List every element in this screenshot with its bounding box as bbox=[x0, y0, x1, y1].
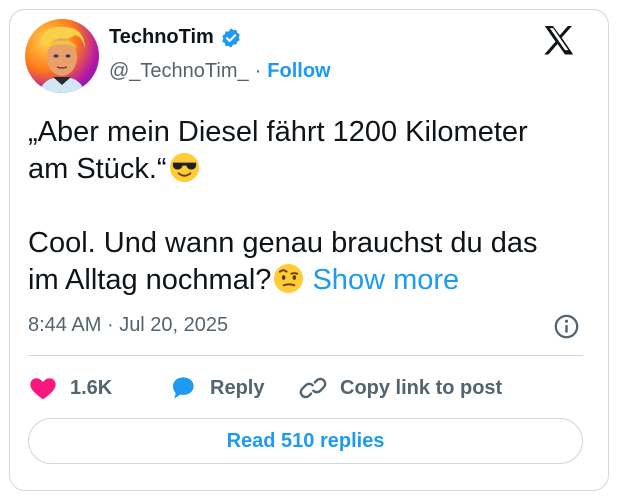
reply-label: Reply bbox=[210, 376, 265, 399]
link-icon bbox=[299, 377, 327, 399]
tweet-line-1: „Aber mein Diesel fährt 1200 Kilometer bbox=[28, 116, 528, 148]
author-name[interactable]: TechnoTim bbox=[109, 26, 214, 49]
show-more-link[interactable]: Show more bbox=[312, 264, 459, 296]
post-time: 8:44 AM bbox=[28, 314, 102, 336]
timestamp[interactable]: 8:44 AM · Jul 20, 2025 bbox=[28, 314, 228, 337]
copy-link-label: Copy link to post bbox=[340, 376, 503, 399]
avatar[interactable] bbox=[25, 19, 99, 93]
tweet-text: „Aber mein Diesel fährt 1200 Kilometer a… bbox=[28, 114, 588, 299]
author-handle-row: @_TechnoTim_ · Follow bbox=[109, 60, 331, 83]
heart-icon bbox=[30, 378, 56, 400]
like-button[interactable]: 1.6K bbox=[28, 373, 168, 403]
post-date: Jul 20, 2025 bbox=[119, 314, 229, 336]
verified-badge-icon bbox=[222, 27, 240, 48]
tweet-line-2: am Stück.“ bbox=[28, 153, 167, 185]
read-replies-label: Read 510 replies bbox=[226, 429, 385, 452]
follow-button[interactable]: Follow bbox=[267, 60, 330, 83]
meta-separator: · bbox=[106, 314, 114, 336]
face-with-raised-eyebrow-emoji bbox=[274, 263, 304, 294]
like-count: 1.6K bbox=[70, 376, 113, 399]
read-replies-button[interactable]: Read 510 replies bbox=[28, 418, 583, 464]
divider bbox=[28, 355, 583, 356]
reply-bubble-icon bbox=[173, 377, 194, 399]
tweet-line-3: Cool. Und wann genau brauchst du das bbox=[28, 227, 538, 259]
action-bar: 1.6K Reply Copy link to post bbox=[28, 368, 502, 408]
avatar-portrait bbox=[39, 26, 85, 93]
smiling-face-with-sunglasses-emoji bbox=[169, 152, 199, 183]
tweet-line-4: im Alltag nochmal? bbox=[28, 264, 272, 296]
author-name-row: TechnoTim bbox=[109, 26, 242, 49]
author-handle[interactable]: @_TechnoTim_ bbox=[109, 60, 249, 83]
info-icon[interactable] bbox=[553, 313, 580, 340]
handle-separator: · bbox=[254, 60, 262, 82]
x-logo-icon[interactable] bbox=[540, 22, 578, 60]
copy-link-button[interactable]: Copy link to post bbox=[298, 373, 502, 403]
reply-button[interactable]: Reply bbox=[168, 373, 298, 403]
